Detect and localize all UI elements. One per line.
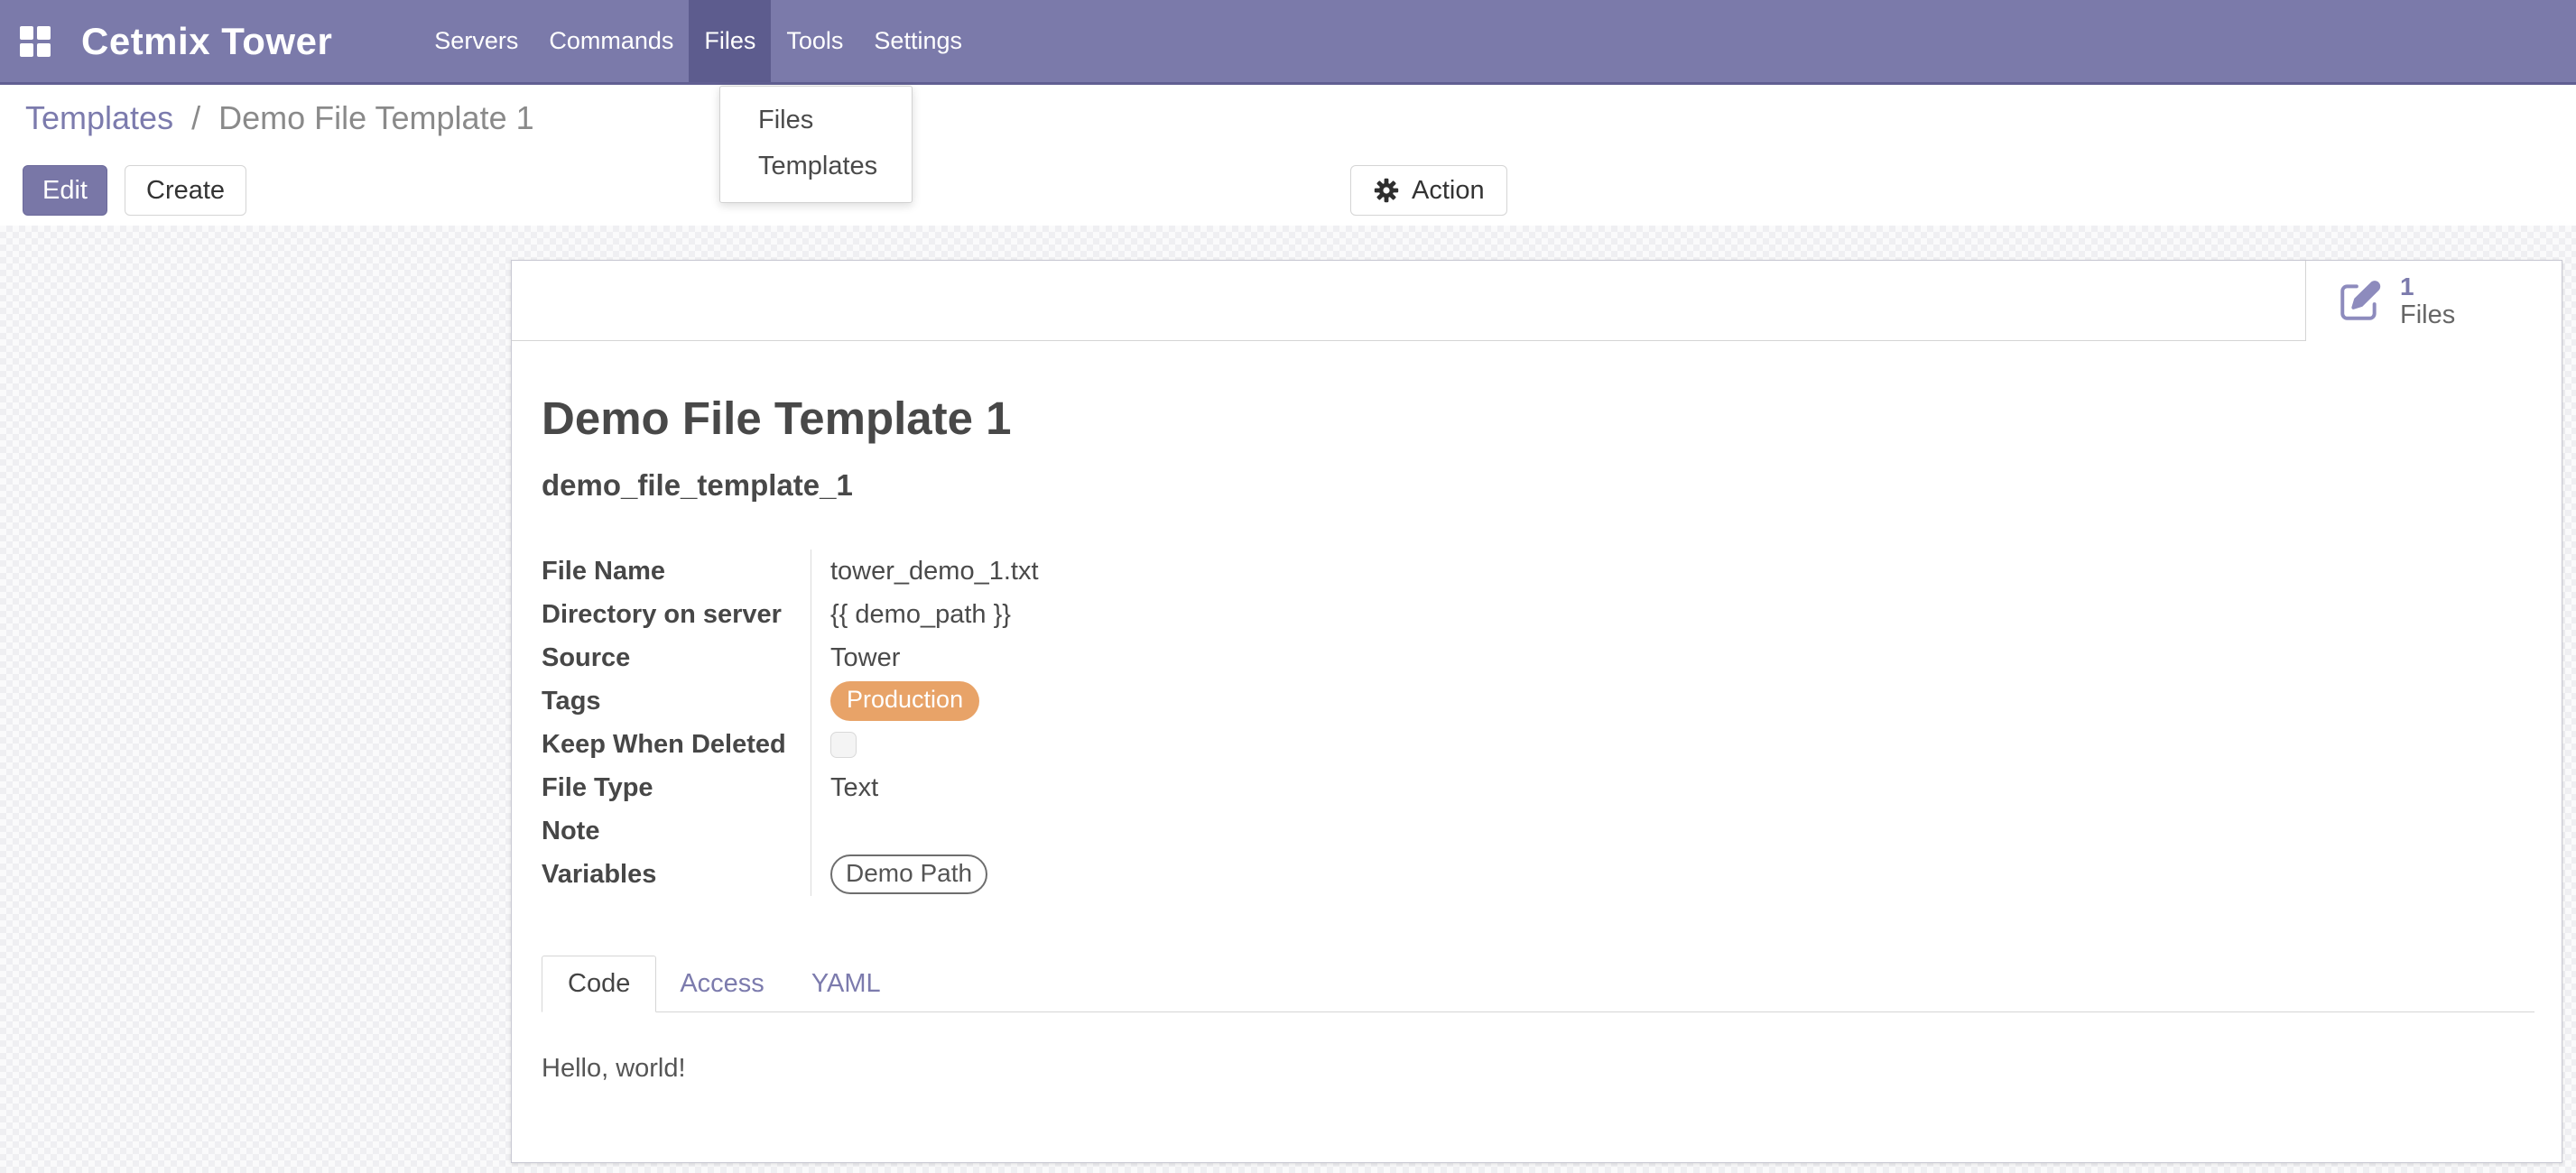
field-value-variables: Demo Path [811,853,2534,896]
field-label: Directory on server [542,593,811,636]
menu-commands[interactable]: Commands [533,0,689,82]
control-panel: Templates / Demo File Template 1 Edit Cr… [0,85,2576,226]
notebook-tabs: Code Access YAML [542,956,2534,1012]
code-tab-content: Hello, world! [542,1012,2534,1084]
breadcrumb-link-templates[interactable]: Templates [25,99,173,136]
field-value-file-type: Text [811,766,2534,809]
apps-grid-icon[interactable] [20,26,51,57]
field-value-source: Tower [811,636,2534,679]
field-label: Keep When Deleted [542,723,811,766]
edit-file-icon [2337,279,2382,324]
breadcrumb-separator: / [182,99,209,136]
gear-icon [1373,177,1400,204]
app-brand[interactable]: Cetmix Tower [81,20,332,63]
top-navbar: Cetmix Tower Servers Commands Files Tool… [0,0,2576,85]
form-sheet: 1 Files Demo File Template 1 demo_file_t… [511,260,2562,1163]
variable-pill-demo-path[interactable]: Demo Path [830,854,987,894]
stat-text: 1 Files [2400,272,2455,330]
field-value-keep-when-deleted [811,723,2534,766]
create-button[interactable]: Create [125,165,246,216]
field-row-file-type: File Type Text [542,766,2534,809]
breadcrumb: Templates / Demo File Template 1 [25,99,534,137]
files-dropdown-menu: Files Templates [719,86,913,203]
field-group: File Name tower_demo_1.txt Directory on … [542,550,2534,896]
menu-settings[interactable]: Settings [858,0,978,82]
record-title: Demo File Template 1 [542,392,2534,445]
field-label: Variables [542,853,811,896]
action-button[interactable]: Action [1350,165,1507,216]
action-button-label: Action [1412,176,1485,206]
menu-servers[interactable]: Servers [419,0,533,82]
field-value-directory: {{ demo_path }} [811,593,2534,636]
field-label: Source [542,636,811,679]
field-value-file-name: tower_demo_1.txt [811,550,2534,593]
field-row-directory: Directory on server {{ demo_path }} [542,593,2534,636]
dropdown-item-files[interactable]: Files [720,97,912,143]
breadcrumb-current: Demo File Template 1 [218,99,534,136]
field-label: Note [542,809,811,853]
field-value-note [811,809,2534,853]
edit-button[interactable]: Edit [23,165,107,216]
field-row-source: Source Tower [542,636,2534,679]
tab-access[interactable]: Access [656,956,787,1011]
field-row-note: Note [542,809,2534,853]
stat-count: 1 [2400,272,2455,300]
tab-code[interactable]: Code [542,956,656,1012]
sheet-content: Demo File Template 1 demo_file_template_… [512,341,2562,1084]
record-reference: demo_file_template_1 [542,468,2534,503]
keep-when-deleted-checkbox[interactable] [830,732,857,758]
field-label: Tags [542,679,811,723]
menu-files[interactable]: Files [689,0,771,82]
button-box: 1 Files [512,261,2562,341]
field-label: File Type [542,766,811,809]
dropdown-item-templates[interactable]: Templates [720,143,912,189]
field-label: File Name [542,550,811,593]
field-row-keep-when-deleted: Keep When Deleted [542,723,2534,766]
field-row-file-name: File Name tower_demo_1.txt [542,550,2534,593]
menu-tools[interactable]: Tools [771,0,858,82]
tab-yaml[interactable]: YAML [788,956,904,1011]
files-stat-button[interactable]: 1 Files [2305,261,2562,341]
tag-badge-production: Production [830,681,979,720]
field-row-variables: Variables Demo Path [542,853,2534,896]
stat-label: Files [2400,300,2455,329]
field-row-tags: Tags Production [542,679,2534,723]
field-value-tags: Production [811,679,2534,723]
main-menu: Servers Commands Files Tools Settings [419,0,978,82]
